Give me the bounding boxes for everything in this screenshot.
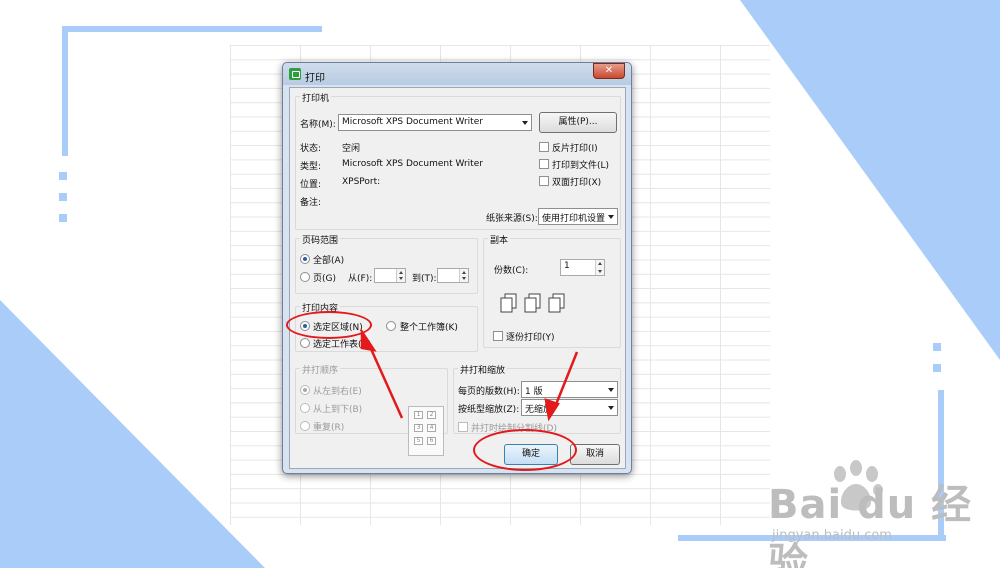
left-to-right-label: 从左到右(E) (313, 387, 362, 397)
page-range-group (295, 238, 478, 294)
from-page-input[interactable] (374, 268, 406, 283)
copies-count-label: 份数(C): (494, 266, 529, 276)
cancel-button[interactable]: 取消 (570, 444, 620, 465)
collate-label: 逐份打印(Y) (506, 333, 555, 343)
page-range-pages-label: 页(G) (313, 274, 336, 284)
order-cell: 5 (414, 437, 423, 445)
paper-source-select[interactable]: 使用打印机设置 (538, 208, 618, 225)
decor-square (59, 214, 67, 222)
printer-group-legend: 打印机 (300, 91, 332, 104)
decor-square (933, 343, 941, 351)
scaling-legend: 并打和缩放 (458, 363, 508, 376)
page-range-pages-radio[interactable] (300, 272, 310, 282)
draw-border-checkbox[interactable] (458, 422, 468, 432)
page-range-all-label: 全部(A) (313, 256, 345, 266)
dialog-title: 打印 (305, 73, 325, 84)
printer-name-select[interactable]: Microsoft XPS Document Writer (338, 114, 532, 131)
decor-triangle-top-right (740, 0, 1000, 360)
repeat-radio[interactable] (300, 421, 310, 431)
chevron-down-icon (522, 121, 528, 125)
print-order-legend: 并打顺序 (300, 363, 341, 376)
duplex-print-label: 双面打印(X) (552, 178, 602, 188)
copies-count-input[interactable]: 1 (560, 259, 605, 276)
status-label: 状态: (300, 144, 322, 154)
pages-per-sheet-select[interactable]: 1 版 (521, 381, 618, 398)
print-order-preview: 1 2 3 4 5 6 (408, 406, 444, 456)
order-cell: 3 (414, 424, 423, 432)
decor-bar-left (62, 26, 68, 156)
scale-to-paper-label: 按纸型缩放(Z): (458, 405, 520, 415)
decor-bar-top (62, 26, 322, 32)
whole-workbook-radio[interactable] (386, 321, 396, 331)
to-page-input[interactable] (437, 268, 469, 283)
annotation-circle-ok (473, 429, 577, 471)
selected-sheets-label: 选定工作表(V) (313, 340, 372, 350)
location-value: XPSPort: (342, 177, 381, 187)
status-value: 空闲 (342, 144, 361, 154)
dialog-titlebar[interactable]: 打印 ✕ (283, 63, 631, 85)
copies-count-value: 1 (564, 261, 570, 271)
print-dialog: 打印 ✕ 打印机 名称(M): Microsoft XPS Document W… (282, 62, 632, 474)
spinner-icon[interactable] (396, 269, 405, 282)
top-to-bottom-radio[interactable] (300, 403, 310, 413)
decor-square (59, 172, 67, 180)
duplex-print-checkbox[interactable] (539, 176, 549, 186)
reverse-print-label: 反片打印(I) (552, 144, 598, 154)
order-cell: 6 (427, 437, 436, 445)
scale-to-paper-select[interactable]: 无缩放 (521, 399, 618, 416)
close-button[interactable]: ✕ (593, 63, 625, 79)
decor-square (59, 193, 67, 201)
print-to-file-checkbox[interactable] (539, 159, 549, 169)
chevron-down-icon (608, 388, 614, 392)
selected-sheets-radio[interactable] (300, 338, 310, 348)
chevron-down-icon (608, 406, 614, 410)
wps-print-icon (289, 68, 301, 80)
decor-triangle-bottom-left (0, 300, 265, 568)
annotation-circle-selection (286, 311, 372, 339)
repeat-label: 重复(R) (313, 423, 345, 433)
watermark-logo: Bai du 经验 (768, 482, 973, 568)
order-cell: 1 (414, 411, 423, 419)
print-to-file-label: 打印到文件(L) (552, 161, 610, 171)
decor-square (933, 364, 941, 372)
scale-to-paper-value: 无缩放 (525, 405, 553, 415)
order-cell: 2 (427, 411, 436, 419)
collate-page-icon (500, 293, 517, 313)
order-cell: 4 (427, 424, 436, 432)
spinner-icon[interactable] (595, 260, 604, 275)
paper-source-value: 使用打印机设置 (542, 214, 606, 224)
type-label: 类型: (300, 162, 322, 172)
to-label: 到(T): (412, 274, 437, 284)
left-to-right-radio[interactable] (300, 385, 310, 395)
watermark-url: jingyan.baidu.com (772, 528, 892, 543)
chevron-down-icon (608, 215, 614, 219)
pages-per-sheet-value: 1 版 (525, 387, 543, 397)
printer-name-value: Microsoft XPS Document Writer (342, 117, 483, 127)
properties-button[interactable]: 属性(P)... (539, 112, 617, 133)
printer-name-label: 名称(M): (300, 120, 336, 130)
page-range-all-radio[interactable] (300, 254, 310, 264)
whole-workbook-label: 整个工作簿(K) (400, 323, 458, 333)
page-range-legend: 页码范围 (300, 233, 341, 246)
collate-page-icon (548, 293, 565, 313)
top-to-bottom-label: 从上到下(B) (313, 405, 363, 415)
collate-page-icon (524, 293, 541, 313)
dialog-body: 打印机 名称(M): Microsoft XPS Document Writer… (289, 87, 626, 469)
pages-per-sheet-label: 每页的版数(H): (458, 387, 520, 397)
comment-label: 备注: (300, 198, 322, 208)
reverse-print-checkbox[interactable] (539, 142, 549, 152)
collate-checkbox[interactable] (493, 331, 503, 341)
type-value: Microsoft XPS Document Writer (342, 159, 483, 169)
copies-legend: 副本 (488, 233, 511, 246)
location-label: 位置: (300, 180, 322, 190)
from-label: 从(F): (348, 274, 373, 284)
spinner-icon[interactable] (459, 269, 468, 282)
paper-source-label: 纸张来源(S): (486, 214, 538, 224)
